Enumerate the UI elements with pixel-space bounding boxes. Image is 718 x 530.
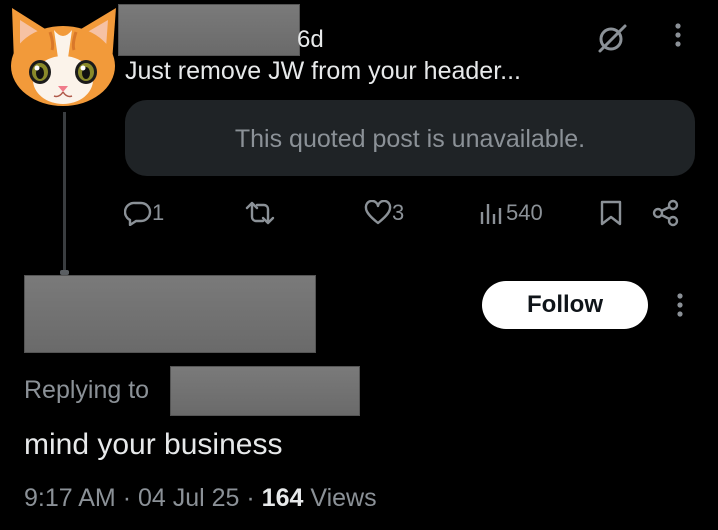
quoted-post-message: This quoted post is unavailable. <box>234 125 586 153</box>
heart-icon <box>364 200 392 226</box>
replying-to-label: Replying to <box>24 376 150 404</box>
bookmark-icon <box>598 199 624 227</box>
share-button[interactable] <box>652 198 680 228</box>
redacted-reply-author <box>24 275 316 353</box>
more-vertical-icon[interactable] <box>670 290 690 320</box>
separator: · <box>246 484 255 512</box>
redacted-replying-to-handle[interactable] <box>170 366 360 416</box>
bookmark-button[interactable] <box>598 198 624 228</box>
reply-button[interactable]: 1 <box>124 198 164 228</box>
post-text: Just remove JW from your header... <box>125 57 521 85</box>
retweet-icon <box>245 200 275 226</box>
post-metadata: 9:17 AM · 04 Jul 25 · 164 Views <box>24 484 377 513</box>
reply-icon <box>124 200 152 226</box>
post-time[interactable]: 9:17 AM <box>24 484 116 512</box>
bar-chart-icon <box>478 200 506 226</box>
like-button[interactable]: 3 <box>364 198 404 228</box>
post-time-ago[interactable]: 6d <box>297 26 324 54</box>
redacted-author-name <box>118 4 300 56</box>
post-date[interactable]: 04 Jul 25 <box>138 484 239 512</box>
follow-button[interactable]: Follow <box>482 281 648 329</box>
separator: · <box>122 484 132 512</box>
more-vertical-icon[interactable] <box>668 20 688 50</box>
like-count: 3 <box>392 200 405 225</box>
thread-line <box>63 112 66 274</box>
views-button[interactable]: 540 <box>478 198 543 228</box>
view-count: 540 <box>506 200 543 225</box>
quoted-post-unavailable: This quoted post is unavailable. <box>125 100 695 176</box>
views-count: 164 <box>261 484 304 512</box>
reply-text: mind your business <box>24 428 283 461</box>
grok-icon[interactable] <box>596 22 628 54</box>
share-icon <box>652 199 680 227</box>
views-label: Views <box>310 484 377 512</box>
retweet-button[interactable] <box>245 198 275 228</box>
cat-avatar-icon[interactable] <box>4 2 122 110</box>
reply-count: 1 <box>152 200 165 225</box>
